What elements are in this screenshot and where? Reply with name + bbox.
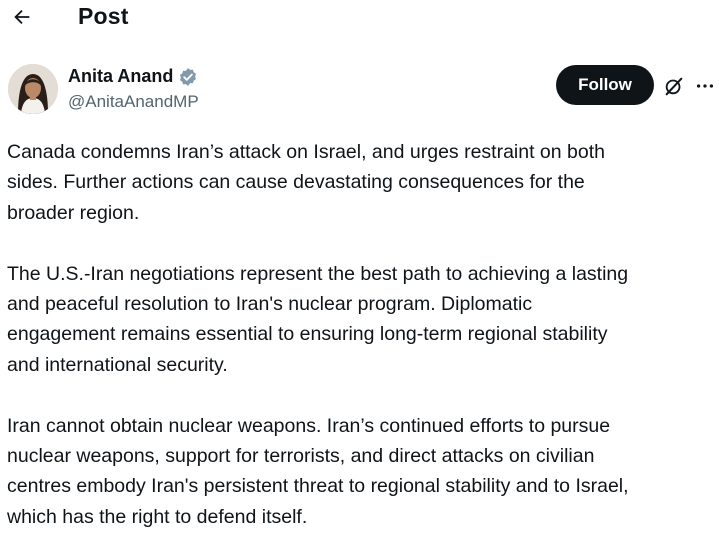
post-line: The U.S.-Iran negotiations represent the… <box>7 262 629 285</box>
follow-button[interactable]: Follow <box>556 65 654 105</box>
page-title: Post <box>78 3 129 29</box>
more-dots-icon <box>696 84 714 88</box>
post-line: Canada condemns Iran’s attack on Israel,… <box>7 141 605 163</box>
grok-button[interactable] <box>662 74 686 98</box>
arrow-left-icon <box>14 9 30 25</box>
post-line: engagement remains essential to ensuring… <box>7 323 608 346</box>
verified-badge-icon <box>180 67 197 86</box>
post-line: sides. Further actions can cause devasta… <box>7 171 585 194</box>
author-handle[interactable]: @AnitaAnandMP <box>68 92 199 112</box>
avatar-image <box>8 64 58 114</box>
grok-icon <box>665 77 683 96</box>
post-line: nuclear weapons, support for terrorists,… <box>7 445 595 468</box>
post-paragraph: Iran cannot obtain nuclear weapons. Iran… <box>7 411 717 533</box>
post-text: Canada condemns Iran’s attack on Israel,… <box>7 137 717 540</box>
post-line: Iran cannot obtain nuclear weapons. Iran… <box>7 414 611 437</box>
post-line: centres embody Iran's persistent threat … <box>7 475 629 498</box>
post-paragraph: The U.S.-Iran negotiations represent the… <box>7 259 717 381</box>
more-options-button[interactable] <box>693 74 717 98</box>
avatar[interactable] <box>8 64 58 114</box>
back-button[interactable] <box>6 2 38 32</box>
author-name[interactable]: Anita Anand <box>68 66 173 87</box>
post-paragraph: Canada condemns Iran’s attack on Israel,… <box>7 137 717 228</box>
post-line: broader region. <box>7 201 140 224</box>
post-line: and international security. <box>7 353 228 376</box>
author-name-row: Anita Anand <box>68 66 198 87</box>
post-line: and peaceful resolution to Iran's nuclea… <box>7 293 533 316</box>
post-line: which has the right to defend itself. <box>7 505 308 528</box>
post-page: Post Anita Anand @AnitaAnandMP Follow Ca… <box>0 0 719 540</box>
top-bar: Post <box>0 0 719 36</box>
